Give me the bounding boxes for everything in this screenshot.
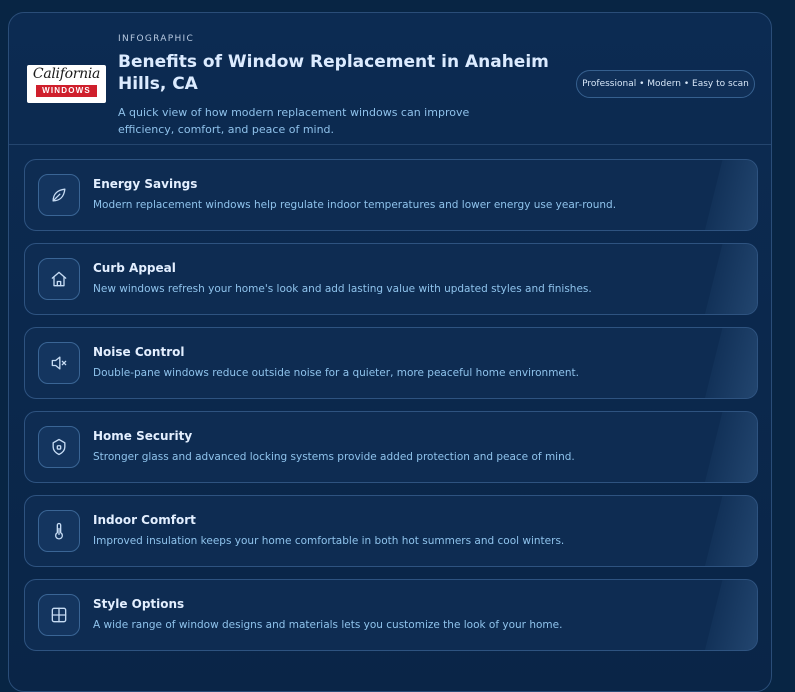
logo-bar-text: WINDOWS xyxy=(36,85,97,97)
benefit-description: New windows refresh your home's look and… xyxy=(93,283,592,295)
window-grid-icon xyxy=(38,594,80,636)
home-icon xyxy=(38,258,80,300)
benefit-description: A wide range of window designs and mater… xyxy=(93,619,563,631)
benefit-description: Improved insulation keeps your home comf… xyxy=(93,535,565,547)
style-badge: Professional • Modern • Easy to scan xyxy=(576,70,755,98)
leaf-icon xyxy=(38,174,80,216)
benefit-item-curb-appeal: Curb Appeal New windows refresh your hom… xyxy=(24,243,758,315)
shield-icon xyxy=(38,426,80,468)
benefit-list: Energy Savings Modern replacement window… xyxy=(24,159,758,663)
benefit-title: Indoor Comfort xyxy=(93,513,196,527)
benefit-title: Noise Control xyxy=(93,345,185,359)
benefit-item-indoor-comfort: Indoor Comfort Improved insulation keeps… xyxy=(24,495,758,567)
benefit-description: Double-pane windows reduce outside noise… xyxy=(93,367,579,379)
header: California WINDOWS INFOGRAPHIC Benefits … xyxy=(9,13,771,145)
benefit-description: Stronger glass and advanced locking syst… xyxy=(93,451,575,463)
page-title: Benefits of Window Replacement in Anahei… xyxy=(118,52,549,94)
eyebrow-label: INFOGRAPHIC xyxy=(118,34,195,44)
benefit-title: Curb Appeal xyxy=(93,261,176,275)
benefit-item-energy-savings: Energy Savings Modern replacement window… xyxy=(24,159,758,231)
benefit-title: Energy Savings xyxy=(93,177,198,191)
brand-logo: California WINDOWS xyxy=(27,65,106,103)
benefit-item-home-security: Home Security Stronger glass and advance… xyxy=(24,411,758,483)
benefit-description: Modern replacement windows help regulate… xyxy=(93,199,617,211)
thermometer-icon xyxy=(38,510,80,552)
benefit-item-noise-control: Noise Control Double-pane windows reduce… xyxy=(24,327,758,399)
speaker-muted-icon xyxy=(38,342,80,384)
logo-script-text: California xyxy=(32,66,101,82)
benefit-title: Home Security xyxy=(93,429,193,443)
infographic-card: California WINDOWS INFOGRAPHIC Benefits … xyxy=(8,12,772,692)
benefit-item-style-options: Style Options A wide range of window des… xyxy=(24,579,758,651)
page-subtitle: A quick view of how modern replacement w… xyxy=(118,106,470,136)
benefit-title: Style Options xyxy=(93,597,185,611)
